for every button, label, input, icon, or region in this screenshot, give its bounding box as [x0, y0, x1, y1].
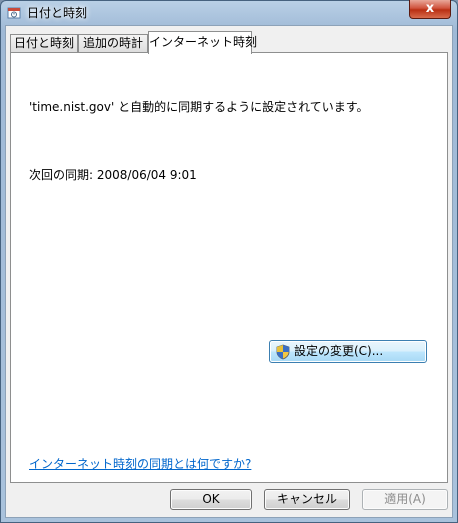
change-settings-button[interactable]: 設定の変更(C)... — [269, 340, 427, 363]
title-bar[interactable]: 日付と時刻 x — [1, 0, 457, 25]
close-button[interactable]: x — [409, 0, 451, 19]
sync-status-text: 'time.nist.gov' と自動的に同期するように設定されています。 — [29, 100, 369, 114]
tab-date-time[interactable]: 日付と時刻 — [10, 34, 78, 53]
close-icon: x — [425, 1, 435, 16]
change-settings-label: 設定の変更(C)... — [294, 344, 384, 358]
internet-time-panel: 'time.nist.gov' と自動的に同期するように設定されています。 次回… — [10, 52, 448, 483]
tab-internet-time[interactable]: インターネット時刻 — [148, 31, 257, 54]
dialog-window: 日付と時刻 x 日付と時刻 追加の時計 インターネット時刻 'time.nist… — [0, 0, 458, 523]
next-sync-text: 次回の同期: 2008/06/04 9:01 — [29, 168, 197, 182]
ok-button[interactable]: OK — [170, 489, 252, 510]
clock-calendar-icon — [7, 5, 21, 19]
window-title: 日付と時刻 — [27, 6, 88, 20]
help-link[interactable]: インターネット時刻の同期とは何ですか? — [29, 455, 251, 472]
dialog-client-area: 日付と時刻 追加の時計 インターネット時刻 'time.nist.gov' と自… — [5, 25, 453, 518]
apply-button[interactable]: 適用(A) — [362, 489, 448, 510]
tab-additional-clocks[interactable]: 追加の時計 — [78, 34, 148, 53]
uac-shield-icon — [276, 344, 290, 360]
cancel-button[interactable]: キャンセル — [264, 489, 350, 510]
